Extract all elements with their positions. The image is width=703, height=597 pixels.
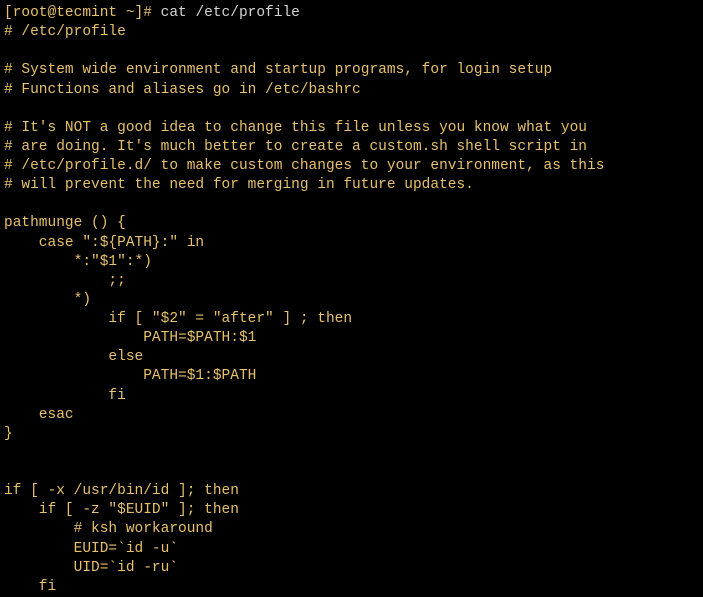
output-line: esac bbox=[4, 407, 74, 423]
output-line: # /etc/profile.d/ to make custom changes… bbox=[4, 158, 604, 174]
output-line: UID=`id -ru` bbox=[4, 560, 178, 576]
output-line: *:"$1":*) bbox=[4, 254, 152, 270]
output-line: # It's NOT a good idea to change this fi… bbox=[4, 120, 587, 136]
output-line: if [ "$2" = "after" ] ; then bbox=[4, 311, 352, 327]
output-line: else bbox=[4, 349, 143, 365]
output-line: ;; bbox=[4, 273, 126, 289]
output-line: # System wide environment and startup pr… bbox=[4, 62, 552, 78]
output-line: EUID=`id -u` bbox=[4, 541, 178, 557]
output-line: case ":${PATH}:" in bbox=[4, 235, 204, 251]
output-line: *) bbox=[4, 292, 91, 308]
output-line: fi bbox=[4, 579, 56, 595]
shell-command: cat /etc/profile bbox=[161, 5, 300, 21]
output-line: if [ -z "$EUID" ]; then bbox=[4, 502, 239, 518]
output-line: # are doing. It's much better to create … bbox=[4, 139, 587, 155]
shell-prompt: [root@tecmint ~]# bbox=[4, 5, 161, 21]
output-line: # Functions and aliases go in /etc/bashr… bbox=[4, 82, 361, 98]
output-line: pathmunge () { bbox=[4, 215, 126, 231]
output-line: # will prevent the need for merging in f… bbox=[4, 177, 474, 193]
output-line: # /etc/profile bbox=[4, 24, 126, 40]
output-line: PATH=$1:$PATH bbox=[4, 368, 256, 384]
output-line: # ksh workaround bbox=[4, 521, 213, 537]
output-line: if [ -x /usr/bin/id ]; then bbox=[4, 483, 239, 499]
output-line: PATH=$PATH:$1 bbox=[4, 330, 256, 346]
terminal-output: [root@tecmint ~]# cat /etc/profile # /et… bbox=[4, 4, 699, 597]
output-line: } bbox=[4, 426, 13, 442]
output-line: fi bbox=[4, 388, 126, 404]
